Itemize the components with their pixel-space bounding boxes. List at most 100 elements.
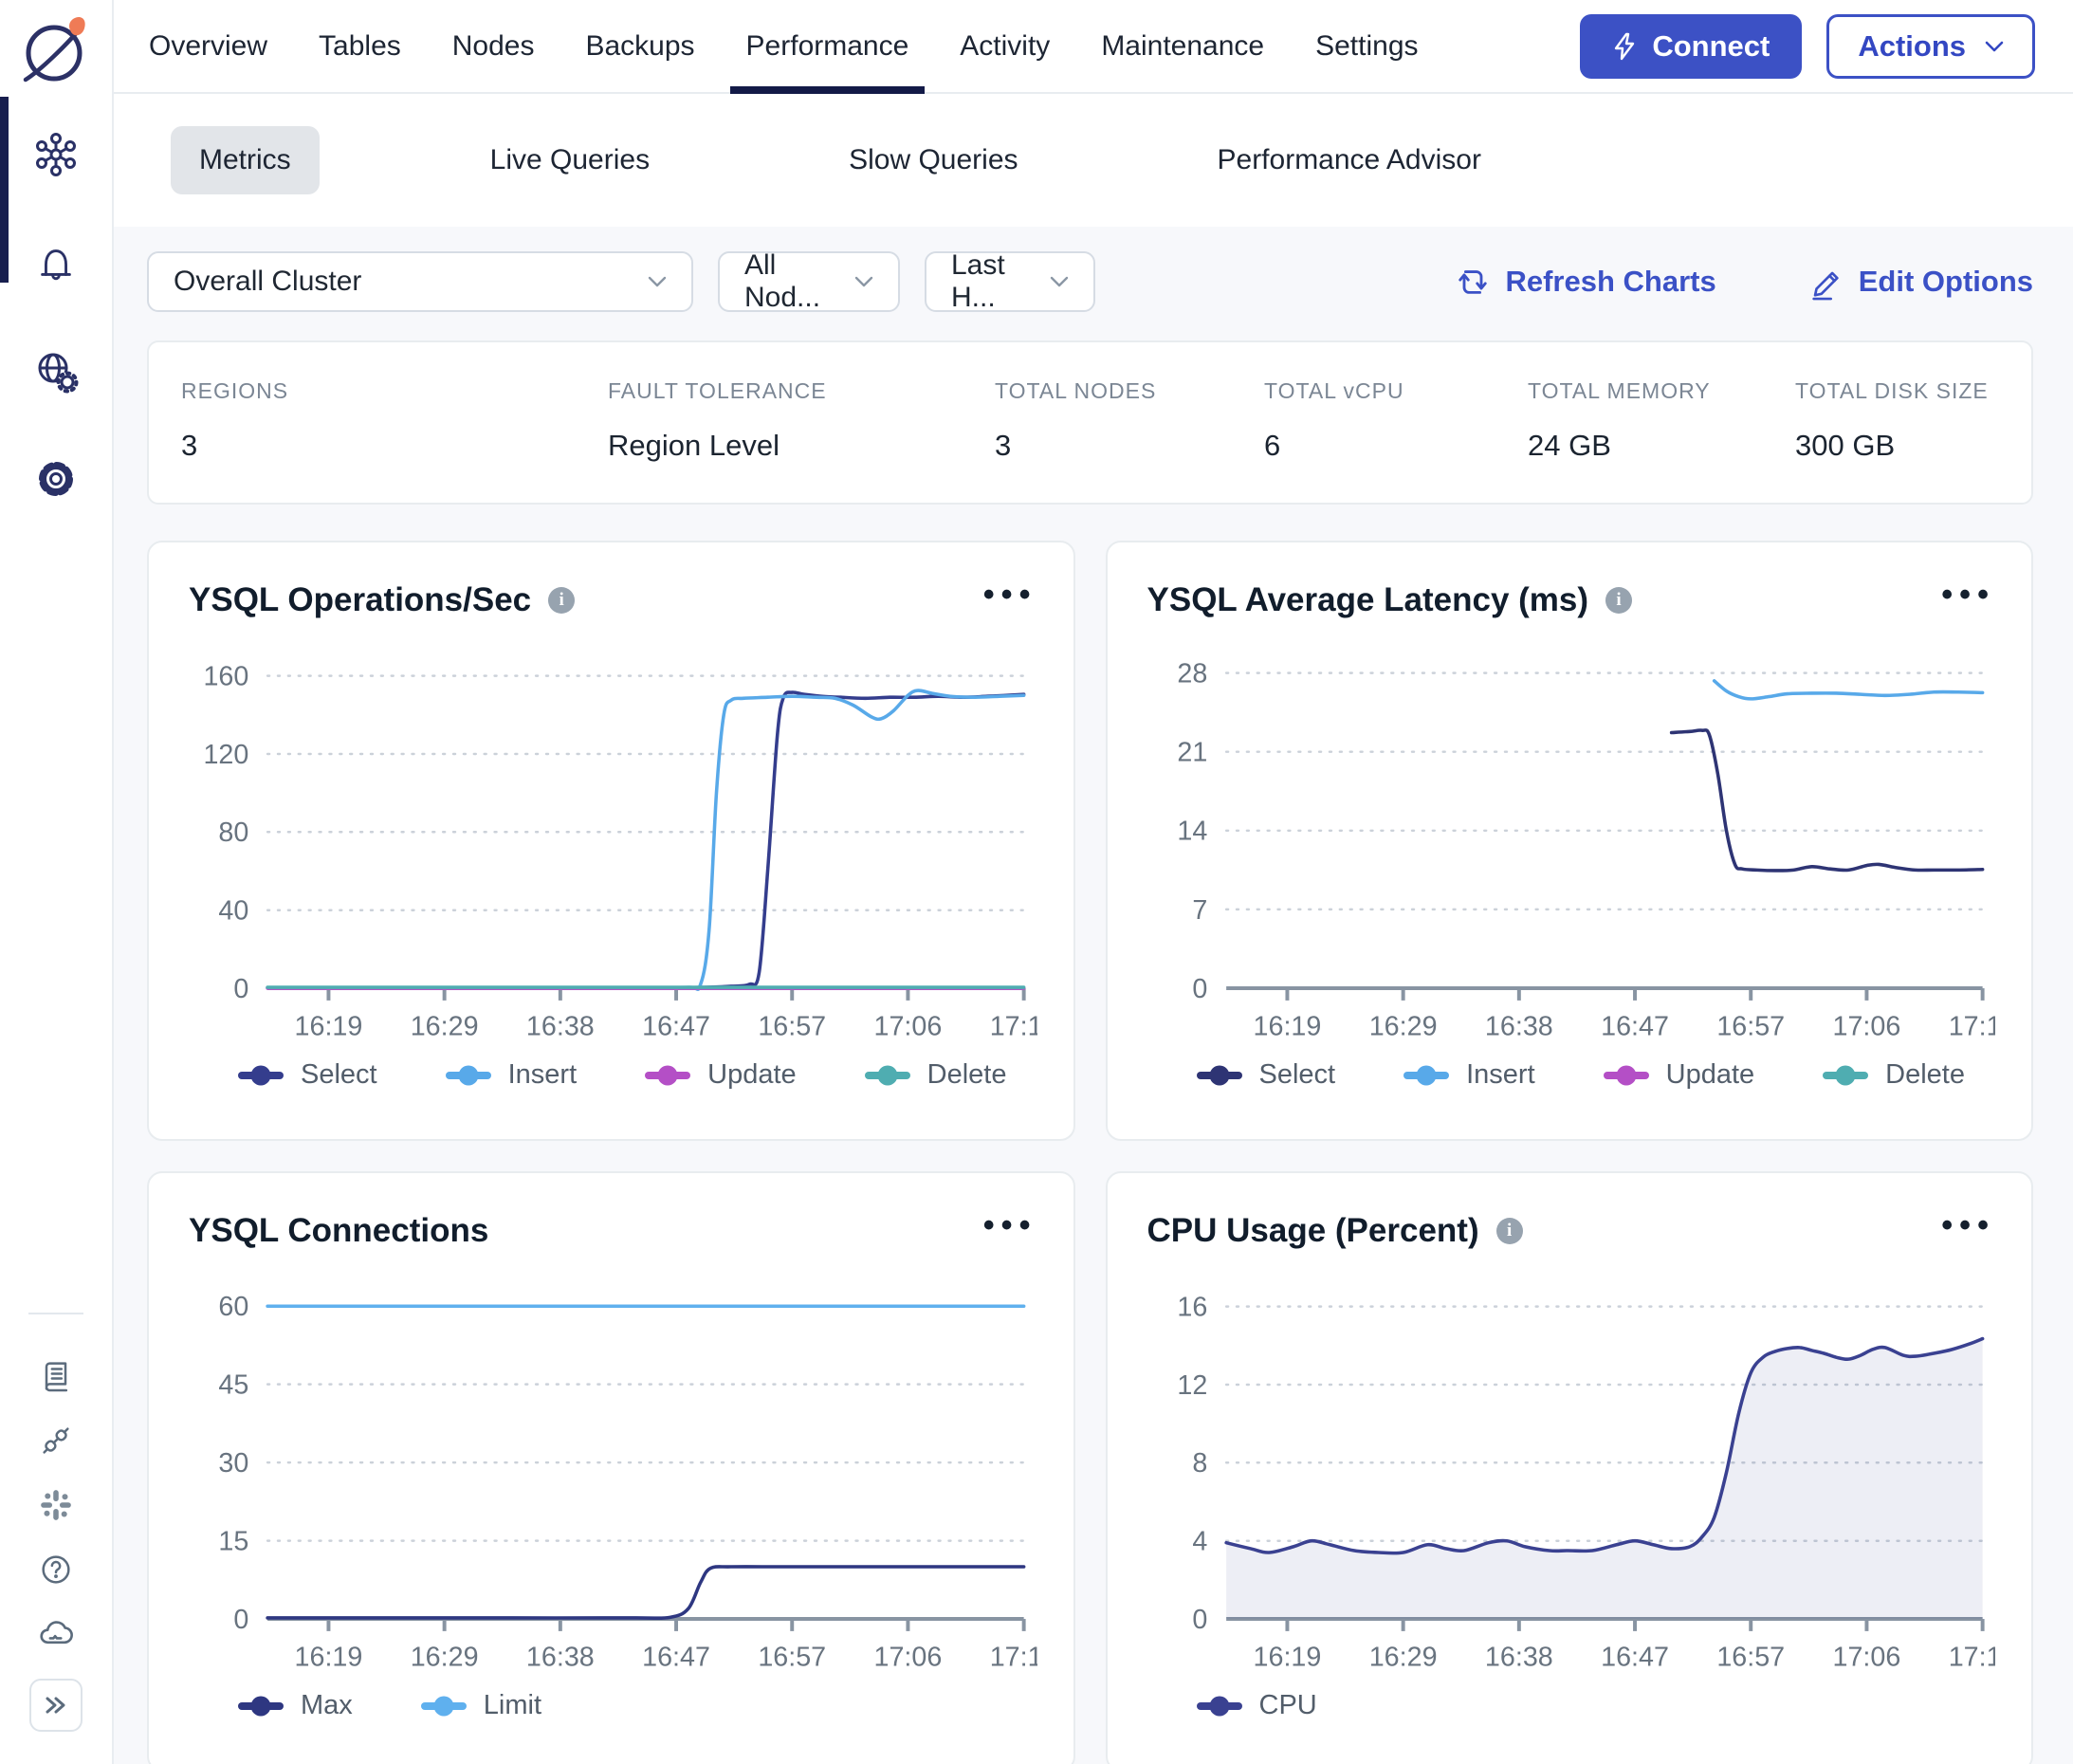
tab-maintenance[interactable]: Maintenance (1075, 0, 1290, 92)
svg-text:4: 4 (1192, 1527, 1207, 1557)
integrations-plug-icon[interactable] (36, 1421, 76, 1461)
svg-text:40: 40 (218, 896, 248, 927)
legend-item[interactable]: Update (1604, 1059, 1755, 1091)
svg-text:16:19: 16:19 (1253, 1643, 1321, 1673)
cpu-usage-chart[interactable]: 048121616:1916:2916:3816:4716:5717:0617:… (1147, 1266, 1996, 1681)
legend-item[interactable]: Update (645, 1059, 797, 1091)
legend-marker-icon (421, 1696, 467, 1717)
chart-title: YSQL Connections (189, 1212, 488, 1250)
subtab-slow-queries[interactable]: Slow Queries (820, 126, 1046, 194)
cluster-tabs: Overview Tables Nodes Backups Performanc… (123, 0, 1444, 92)
nodes-select[interactable]: All Nod... (718, 251, 900, 312)
tab-backups[interactable]: Backups (560, 0, 720, 92)
lightning-bolt-icon (1612, 32, 1637, 61)
legend-item[interactable]: Insert (446, 1059, 578, 1091)
svg-text:16:29: 16:29 (411, 1012, 479, 1042)
chart-title: CPU Usage (Percent) (1147, 1212, 1479, 1250)
chart-card-cpu-usage: CPU Usage (Percent) 048121616:1916:2916:… (1106, 1171, 2034, 1764)
legend-item[interactable]: Select (238, 1059, 377, 1091)
svg-text:16:29: 16:29 (1368, 1012, 1437, 1042)
chart-menu-icon[interactable] (983, 579, 1037, 622)
tab-tables[interactable]: Tables (293, 0, 427, 92)
slack-icon[interactable] (36, 1485, 76, 1525)
legend-marker-icon (865, 1065, 910, 1086)
svg-text:16:57: 16:57 (758, 1643, 826, 1673)
globe-gear-icon[interactable] (32, 347, 80, 395)
stat-total-memory: TOTAL MEMORY 24 GB (1528, 378, 1795, 463)
chart-menu-icon[interactable] (983, 1209, 1037, 1253)
svg-text:16:38: 16:38 (1484, 1643, 1552, 1673)
svg-text:16:57: 16:57 (758, 1012, 826, 1042)
docs-book-icon[interactable] (36, 1356, 76, 1396)
svg-text:30: 30 (218, 1448, 248, 1479)
ysql-latency-chart[interactable]: 0714212816:1916:2916:3816:4716:5717:0617… (1147, 635, 1996, 1050)
ysql-connections-chart[interactable]: 01530456016:1916:2916:3816:4716:5717:061… (189, 1266, 1037, 1681)
svg-text:17:06: 17:06 (1832, 1643, 1900, 1673)
legend-item[interactable]: Max (238, 1690, 353, 1721)
chevron-down-icon (1050, 276, 1069, 287)
edit-pencil-icon (1807, 263, 1844, 301)
tab-settings[interactable]: Settings (1290, 0, 1443, 92)
subtab-performance-advisor[interactable]: Performance Advisor (1189, 126, 1510, 194)
ysql-operations-chart[interactable]: 0408012016016:1916:2916:3816:4716:5717:0… (189, 635, 1037, 1050)
cluster-network-icon[interactable] (32, 131, 80, 178)
svg-text:21: 21 (1177, 738, 1207, 768)
tab-performance[interactable]: Performance (721, 0, 935, 92)
stat-total-disk: TOTAL DISK SIZE 300 GB (1795, 378, 2031, 463)
legend-item[interactable]: Insert (1403, 1059, 1535, 1091)
chart-menu-icon[interactable] (1941, 579, 1995, 622)
svg-text:16: 16 (1177, 1293, 1207, 1323)
chart-legend: Max Limit (189, 1690, 1037, 1721)
svg-text:16:38: 16:38 (1484, 1012, 1552, 1042)
connect-button[interactable]: Connect (1580, 14, 1802, 79)
svg-text:17:06: 17:06 (874, 1643, 943, 1673)
svg-text:7: 7 (1192, 895, 1207, 926)
settings-gear-icon[interactable] (32, 455, 80, 503)
legend-item[interactable]: Limit (421, 1690, 541, 1721)
chevron-down-icon (648, 276, 667, 287)
svg-text:0: 0 (1192, 974, 1207, 1004)
legend-item[interactable]: Delete (865, 1059, 1007, 1091)
legend-item[interactable]: Delete (1823, 1059, 1965, 1091)
subtab-live-queries[interactable]: Live Queries (462, 126, 678, 194)
refresh-charts-button[interactable]: Refresh Charts (1456, 263, 1715, 301)
legend-item[interactable]: CPU (1197, 1690, 1317, 1721)
info-icon[interactable] (548, 587, 575, 614)
info-icon[interactable] (1605, 587, 1632, 614)
legend-marker-icon (1197, 1065, 1242, 1086)
cloud-status-icon[interactable] (36, 1614, 76, 1654)
performance-subtabs: Metrics Live Queries Slow Queries Perfor… (114, 94, 2073, 227)
subtab-metrics[interactable]: Metrics (171, 126, 320, 194)
legend-marker-icon (238, 1696, 284, 1717)
notifications-bell-icon[interactable] (32, 239, 80, 286)
tab-overview[interactable]: Overview (123, 0, 293, 92)
legend-marker-icon (645, 1065, 690, 1086)
chevron-down-icon (1985, 41, 2004, 52)
help-icon[interactable] (36, 1550, 76, 1589)
actions-button[interactable]: Actions (1826, 14, 2035, 79)
legend-item[interactable]: Select (1197, 1059, 1336, 1091)
chart-menu-icon[interactable] (1941, 1209, 1995, 1253)
time-range-select[interactable]: Last H... (925, 251, 1095, 312)
chart-card-ysql-connections: YSQL Connections 01530456016:1916:2916:3… (147, 1171, 1075, 1764)
info-icon[interactable] (1496, 1218, 1523, 1244)
tab-nodes[interactable]: Nodes (427, 0, 560, 92)
legend-marker-icon (1604, 1065, 1649, 1086)
tab-activity[interactable]: Activity (934, 0, 1075, 92)
cluster-scope-select[interactable]: Overall Cluster (147, 251, 693, 312)
svg-text:14: 14 (1177, 817, 1207, 847)
svg-text:80: 80 (218, 818, 248, 848)
svg-text:28: 28 (1177, 658, 1207, 689)
expand-sidebar-icon[interactable] (29, 1679, 83, 1732)
svg-text:160: 160 (203, 662, 248, 692)
svg-text:0: 0 (233, 974, 248, 1004)
yugabyte-logo[interactable] (16, 11, 96, 91)
svg-text:16:19: 16:19 (295, 1012, 363, 1042)
chart-legend: Select Insert Update Delete (1147, 1059, 1996, 1091)
svg-text:16:29: 16:29 (1368, 1643, 1437, 1673)
edit-options-button[interactable]: Edit Options (1807, 263, 2033, 301)
cluster-tab-bar: Overview Tables Nodes Backups Performanc… (114, 0, 2073, 94)
svg-text:17:06: 17:06 (874, 1012, 943, 1042)
svg-text:17:16: 17:16 (990, 1012, 1037, 1042)
chart-legend: Select Insert Update Delete (189, 1059, 1037, 1091)
